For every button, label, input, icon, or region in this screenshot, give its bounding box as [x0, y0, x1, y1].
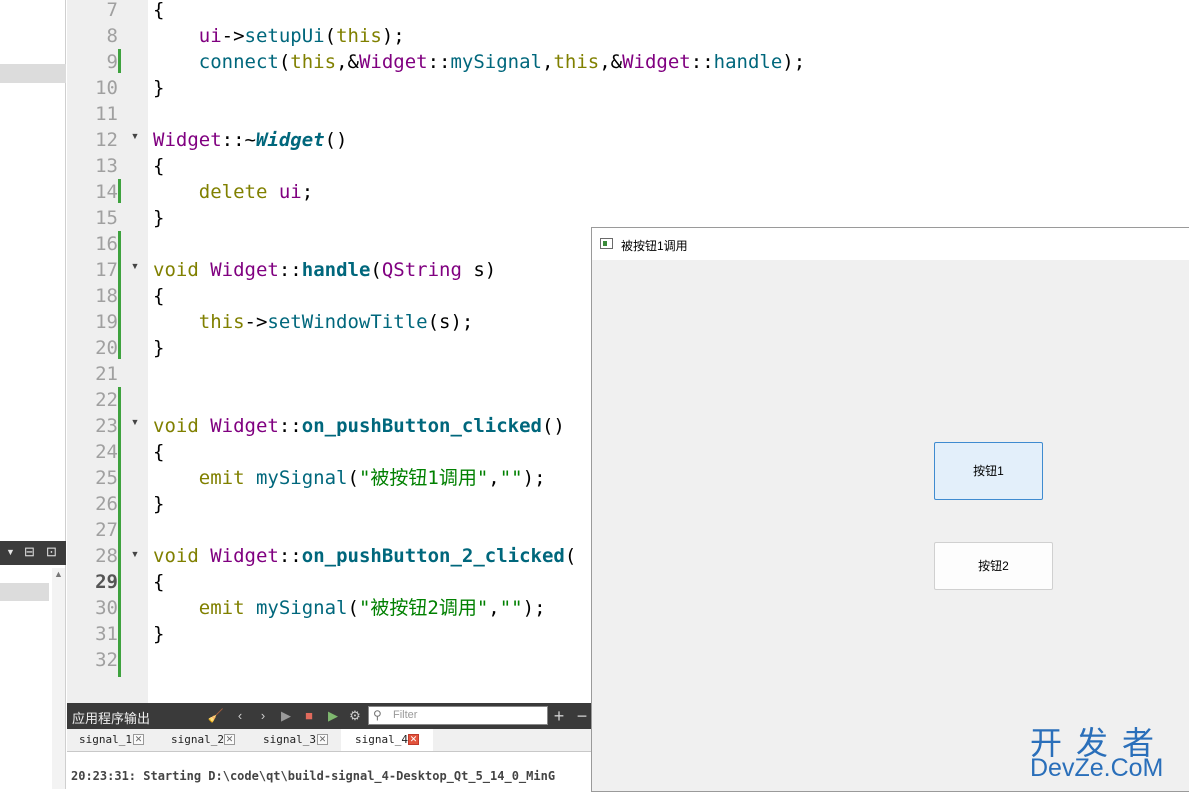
- app-window: 被按钮1调用 按钮1 按钮2: [591, 227, 1189, 792]
- code-line: {: [153, 0, 165, 21]
- current-line-number: 29: [95, 571, 118, 593]
- line-number: 8: [106, 25, 118, 47]
- line-number: 19: [95, 311, 118, 333]
- code-line: }: [153, 207, 165, 229]
- change-marker: [118, 387, 121, 677]
- settings-gear-icon[interactable]: ⚙: [346, 706, 364, 726]
- code-line: }: [153, 77, 165, 99]
- attach-debugger-icon[interactable]: ▶: [324, 706, 342, 726]
- button-1[interactable]: 按钮1: [934, 442, 1043, 500]
- output-tab-signal-3[interactable]: signal_3 ✕: [250, 729, 339, 751]
- sidebar-scrollbar[interactable]: [52, 568, 65, 789]
- line-number: 25: [95, 467, 118, 489]
- output-pane-title: 应用程序输出: [72, 711, 151, 726]
- code-line: void Widget::handle(QString s): [153, 259, 497, 281]
- output-log-text: 20:23:31: Starting D:\code\qt\build-sign…: [71, 769, 556, 783]
- left-sidebar: ▼ ⊟ ⊡ ▲: [0, 0, 66, 789]
- line-number: 22: [95, 389, 118, 411]
- line-number: 18: [95, 285, 118, 307]
- output-tab-signal-4[interactable]: signal_4 ✕: [341, 729, 433, 751]
- line-number: 16: [95, 233, 118, 255]
- code-line: emit mySignal("被按钮1调用","");: [198, 467, 546, 489]
- change-marker: [118, 49, 121, 73]
- line-number: 24: [95, 441, 118, 463]
- line-number: 9: [106, 51, 118, 73]
- line-number: 20: [95, 337, 118, 359]
- code-line: }: [153, 623, 165, 645]
- close-pane-icon[interactable]: ⊡: [46, 544, 57, 560]
- line-number: 15: [95, 207, 118, 229]
- line-number: 13: [95, 155, 118, 177]
- line-number: 32: [95, 649, 118, 671]
- code-line: {: [153, 571, 165, 593]
- filter-input[interactable]: ⚲ Filter: [368, 706, 548, 725]
- search-icon: ⚲: [373, 708, 382, 722]
- dropdown-arrow-icon[interactable]: ▼: [6, 547, 15, 557]
- line-number: 12: [95, 129, 118, 151]
- line-number: 23: [95, 415, 118, 437]
- sidebar-toolbar: ▼ ⊟ ⊡: [0, 541, 66, 565]
- code-line: this->setWindowTitle(s);: [198, 311, 474, 333]
- code-line: Widget::~Widget(): [153, 129, 348, 151]
- line-number: 27: [95, 519, 118, 541]
- output-tab-signal-2[interactable]: signal_2 ✕: [158, 729, 247, 751]
- fold-arrow-icon[interactable]: ▼: [129, 253, 141, 279]
- code-line: void Widget::on_pushButton_2_clicked(: [153, 545, 577, 567]
- fold-arrow-icon[interactable]: ▼: [129, 541, 141, 567]
- code-line: {: [153, 441, 165, 463]
- code-line: }: [153, 337, 165, 359]
- code-line: connect(this,&Widget::mySignal,this,&Wid…: [198, 51, 806, 73]
- window-title: 被按钮1调用: [621, 239, 688, 253]
- line-number: 30: [95, 597, 118, 619]
- line-number: 21: [95, 363, 118, 385]
- line-number: 7: [106, 0, 118, 21]
- code-line: {: [153, 155, 165, 177]
- close-icon[interactable]: ✕: [317, 734, 328, 745]
- line-number: 14: [95, 181, 118, 203]
- code-line: ui->setupUi(this);: [198, 25, 405, 47]
- stop-icon[interactable]: ■: [300, 706, 318, 726]
- output-tab-bar: signal_1 ✕ signal_2 ✕ signal_3 ✕ signal_…: [67, 729, 591, 752]
- change-marker: [118, 179, 121, 203]
- clear-output-icon[interactable]: 🧹: [207, 706, 225, 726]
- line-number: 26: [95, 493, 118, 515]
- close-icon[interactable]: ✕: [133, 734, 144, 745]
- minimize-pane-icon[interactable]: −: [573, 706, 591, 726]
- fold-arrow-icon[interactable]: ▼: [129, 409, 141, 435]
- sidebar-selected-item[interactable]: [0, 64, 66, 83]
- line-number: 11: [95, 103, 118, 125]
- close-icon[interactable]: ✕: [408, 734, 419, 745]
- watermark-bottom-text: DevZe.CoM: [1030, 754, 1164, 782]
- line-number: 31: [95, 623, 118, 645]
- fold-arrow-icon[interactable]: ▼: [129, 123, 141, 149]
- add-icon[interactable]: +: [550, 706, 568, 726]
- change-marker: [118, 231, 121, 359]
- code-line: }: [153, 493, 165, 515]
- split-icon[interactable]: ⊟: [24, 544, 35, 560]
- close-icon[interactable]: ✕: [224, 734, 235, 745]
- code-line: void Widget::on_pushButton_clicked(): [153, 415, 565, 437]
- code-line: {: [153, 285, 165, 307]
- next-icon[interactable]: ›: [254, 706, 272, 726]
- watermark-logo: 开发者 DevZe.CoM: [1030, 718, 1182, 784]
- sidebar-list-selected-item[interactable]: [0, 583, 49, 601]
- previous-icon[interactable]: ‹: [231, 706, 249, 726]
- scroll-up-arrow-icon[interactable]: ▲: [52, 568, 65, 581]
- line-number: 28: [95, 545, 118, 567]
- filter-placeholder: Filter: [393, 709, 418, 721]
- window-icon: [600, 238, 613, 249]
- line-number: 17: [95, 259, 118, 281]
- run-icon[interactable]: ▶: [277, 706, 295, 726]
- output-tab-signal-1[interactable]: signal_1 ✕: [67, 729, 156, 751]
- code-line: emit mySignal("被按钮2调用","");: [198, 597, 546, 619]
- button-2[interactable]: 按钮2: [934, 542, 1053, 590]
- output-pane-header: 应用程序输出 🧹 ‹ › ▶ ■ ▶ ⚙ ⚲ Filter + −: [67, 703, 591, 729]
- line-number: 10: [95, 77, 118, 99]
- code-line: delete ui;: [198, 181, 314, 203]
- window-titlebar[interactable]: 被按钮1调用: [592, 228, 1189, 260]
